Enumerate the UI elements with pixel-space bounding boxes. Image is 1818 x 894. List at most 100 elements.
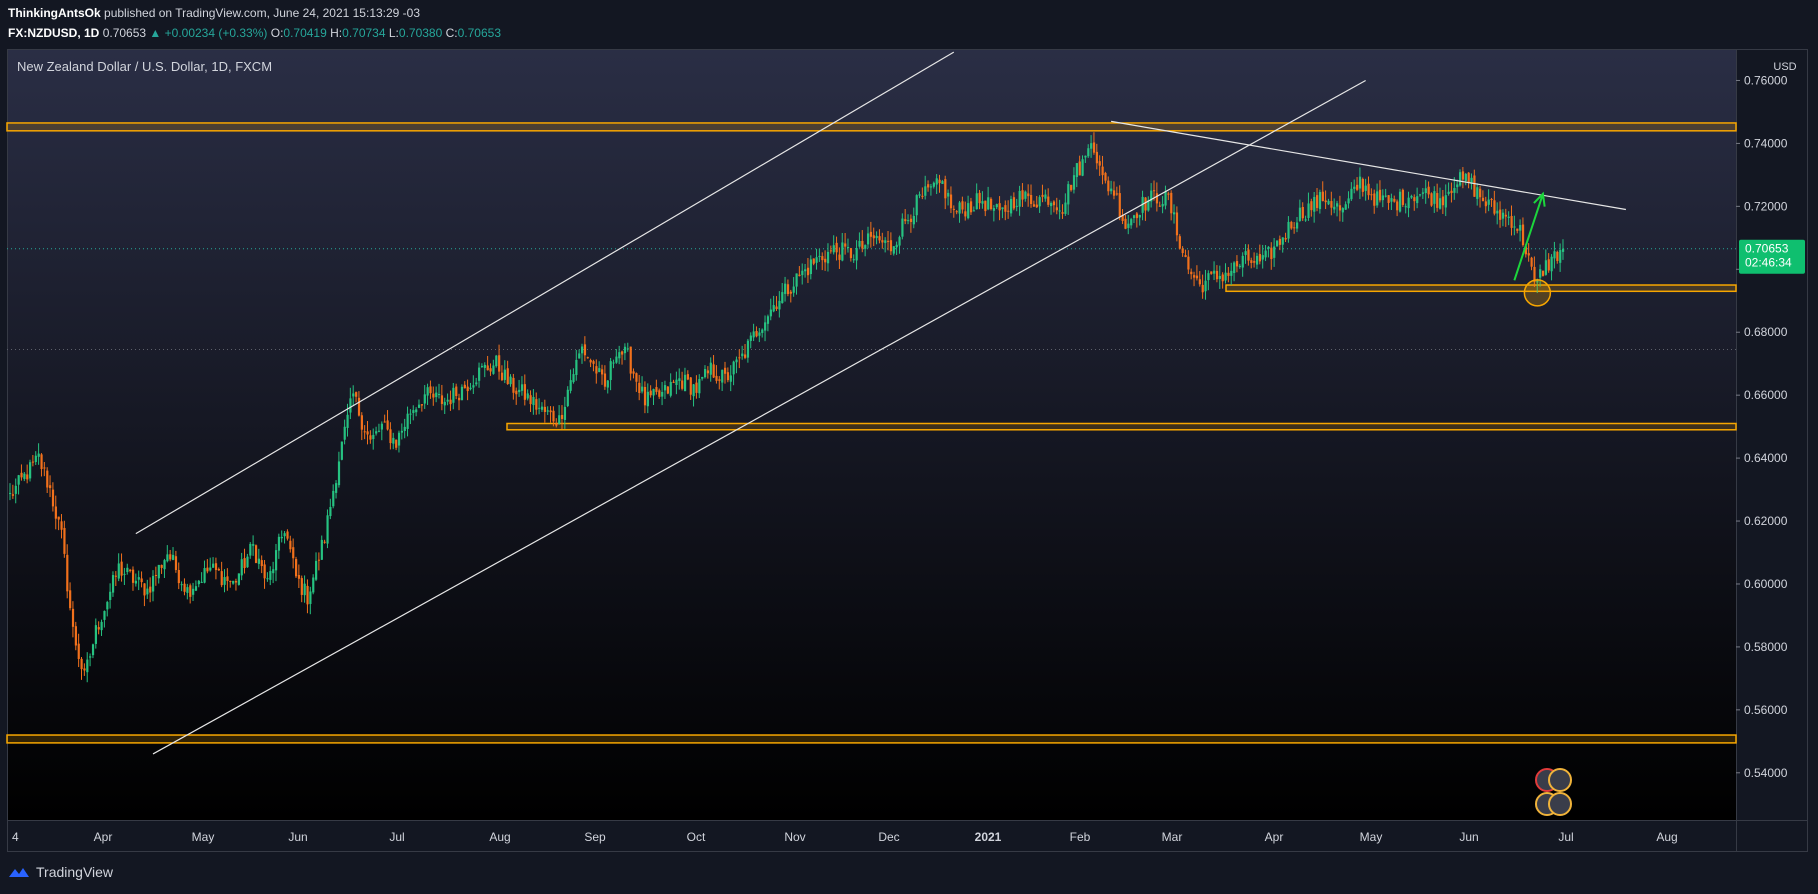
candle-body <box>766 316 770 324</box>
event-badge-icon[interactable] <box>1548 768 1572 792</box>
candle-body <box>738 357 741 359</box>
candle-body <box>1047 196 1050 205</box>
candle-body <box>921 195 924 197</box>
candle-body <box>186 587 189 593</box>
candle-body <box>1473 175 1476 197</box>
candle-body <box>1424 188 1427 194</box>
candle-body <box>103 611 106 620</box>
last-price-tag-value: 0.70653 <box>1745 242 1789 256</box>
candle-body <box>500 372 504 381</box>
candle-body <box>460 386 464 401</box>
candle-body <box>31 461 35 463</box>
candle-body <box>821 256 824 261</box>
candle-body <box>100 621 103 631</box>
candle-body <box>49 485 52 489</box>
candle-body <box>169 554 172 560</box>
candle-body <box>274 550 278 571</box>
candle-body <box>975 193 978 210</box>
candle-body <box>701 376 704 379</box>
candle-body <box>452 387 455 403</box>
candle-body <box>1124 218 1127 229</box>
candle-body <box>386 420 389 430</box>
candle-body <box>166 554 169 562</box>
candle-body <box>123 573 126 575</box>
candle-body <box>1235 261 1239 267</box>
candle-body <box>297 575 301 579</box>
candle-body <box>337 461 341 486</box>
candle-body <box>778 300 781 310</box>
candle-body <box>192 588 195 595</box>
candle-body <box>69 590 72 609</box>
candle-body <box>658 390 661 397</box>
candle-body <box>1278 238 1282 245</box>
candle-body <box>1318 192 1322 210</box>
candle-body <box>646 391 649 407</box>
candle-body <box>20 472 23 478</box>
candle-body <box>1459 172 1462 186</box>
candle-body <box>1501 212 1505 219</box>
candle-body <box>1027 193 1030 197</box>
candle-body <box>74 626 77 646</box>
candle-body <box>709 362 712 375</box>
candle-body <box>961 201 964 210</box>
candle-body <box>1184 255 1187 258</box>
candle-body <box>1553 251 1556 259</box>
candle-body <box>1072 175 1076 190</box>
candle-body <box>1238 265 1241 267</box>
candle-body <box>420 404 424 406</box>
candle-body <box>867 233 870 245</box>
candle-body <box>889 240 893 252</box>
candle-body <box>1361 178 1364 192</box>
candle-body <box>400 430 404 433</box>
candle-body <box>1416 196 1419 204</box>
candle-body <box>1098 161 1101 166</box>
candle-body <box>1287 221 1290 239</box>
candle-body <box>1527 253 1530 256</box>
candle-body <box>692 384 695 397</box>
event-badge-icon[interactable] <box>1548 792 1572 816</box>
candle-body <box>1112 190 1116 196</box>
candle-body <box>1078 161 1081 176</box>
candle-body <box>912 215 915 225</box>
candle-body <box>872 235 875 239</box>
tradingview-brand[interactable]: TradingView <box>8 864 113 880</box>
candle-body <box>246 556 249 568</box>
candle-body <box>655 387 658 392</box>
candle-body <box>1101 166 1104 176</box>
candle-body <box>203 568 206 583</box>
candle-body <box>1198 279 1201 285</box>
candle-body <box>506 368 509 385</box>
candle-body <box>1456 184 1459 188</box>
candle-body <box>1115 193 1119 195</box>
candle-body <box>26 474 29 480</box>
x-tick-label: Jun <box>288 830 307 844</box>
candle-body <box>180 584 183 586</box>
candle-body <box>509 376 512 385</box>
candle-body <box>1476 187 1479 199</box>
candle-body <box>1398 191 1402 212</box>
candle-body <box>249 543 252 556</box>
candle-body <box>51 489 55 507</box>
candle-body <box>878 236 881 241</box>
candle-body <box>683 374 687 392</box>
candle-body <box>792 286 795 293</box>
candle-body <box>423 394 426 404</box>
candle-body <box>43 467 46 469</box>
candle-body <box>149 586 152 593</box>
candle-body <box>555 423 558 426</box>
candle-body <box>29 462 32 479</box>
candle-body <box>1370 194 1373 196</box>
candle-body <box>426 387 429 396</box>
y-tick-label: 0.56000 <box>1744 703 1788 717</box>
candle-body <box>1330 201 1333 208</box>
price-chart[interactable]: New Zealand Dollar / U.S. Dollar, 1D, FX… <box>0 0 1818 894</box>
candle-body <box>786 284 790 295</box>
candle-body <box>932 182 935 187</box>
candle-body <box>1393 198 1396 202</box>
candle-body <box>724 367 727 374</box>
candle-body <box>1450 190 1453 194</box>
candle-body <box>1384 195 1387 197</box>
candle-body <box>409 413 412 415</box>
candle-body <box>157 564 160 579</box>
candle-body <box>289 540 292 550</box>
